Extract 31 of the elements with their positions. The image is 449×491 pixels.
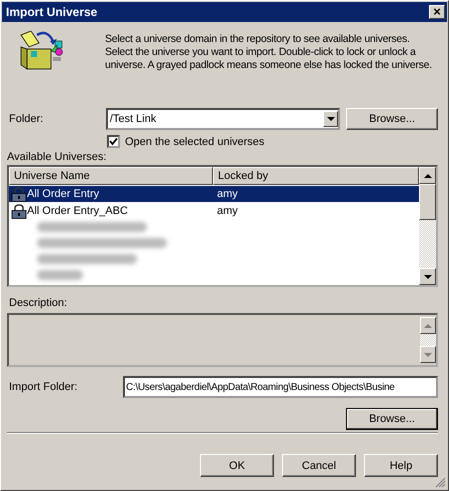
locked-by-text: amy: [217, 205, 238, 217]
universe-name: All Order Entry: [27, 188, 100, 200]
import-folder-field[interactable]: C:\Users\agaberdiel\AppData\Roaming\Business Objects\Busine: [123, 376, 438, 398]
universe-row[interactable]: All Order Entry_ABC amy: [9, 203, 419, 219]
scrollbar[interactable]: [419, 167, 436, 285]
description-box[interactable]: [7, 313, 438, 367]
import-folder-label: Import Folder:: [9, 381, 78, 393]
available-universes-label: Available Universes:: [7, 151, 108, 163]
universe-row[interactable]: All Order Entry amy: [9, 186, 419, 202]
blurred-text: [37, 270, 83, 280]
checkbox-label: Open the selected universes: [125, 136, 264, 148]
universe-name: All Order Entry_ABC: [27, 205, 129, 217]
column-header[interactable]: Locked by: [213, 167, 419, 185]
folder-label: Folder:: [9, 113, 44, 125]
dialog-button[interactable]: OK: [200, 454, 274, 477]
browse-button[interactable]: Browse...: [346, 408, 438, 430]
scrollbar[interactable]: [420, 315, 436, 365]
close-button[interactable]: ×: [429, 5, 445, 19]
description-label: Description:: [9, 297, 68, 309]
window-title: Import Universe: [6, 5, 98, 19]
folder-dropdown[interactable]: /Test Link: [106, 108, 340, 130]
column-header[interactable]: Universe Name: [9, 167, 213, 185]
padlock-icon: [11, 186, 27, 202]
dialog-button[interactable]: Cancel: [282, 454, 356, 477]
dialog-button[interactable]: Help: [364, 454, 438, 477]
locked-by-text: amy: [217, 188, 238, 200]
padlock-icon: [11, 204, 27, 218]
browse-button[interactable]: Browse...: [346, 108, 438, 130]
instructions-text: Select a universe domain in the repository to see available universes. Select the universe you want to import. Double-click to lock or unlock a universe. A grayed padlock means someone else has locked the universe.: [105, 33, 433, 72]
checkbox[interactable]: [107, 135, 120, 148]
resize-grip-icon[interactable]: [435, 477, 446, 488]
